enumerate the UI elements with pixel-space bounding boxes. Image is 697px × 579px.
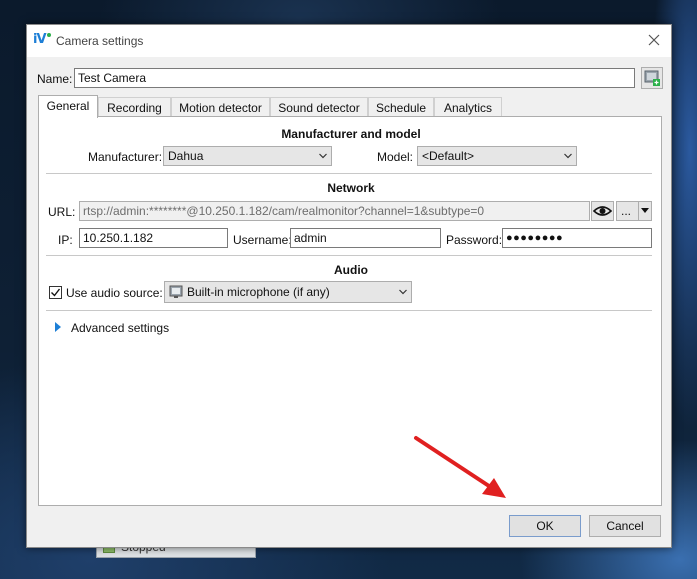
audio-source-select[interactable]: Built-in microphone (if any) — [164, 281, 412, 303]
password-label: Password: — [446, 233, 503, 247]
username-label: Username: — [233, 233, 292, 247]
manufacturer-select[interactable]: Dahua — [163, 146, 332, 166]
chevron-down-icon — [564, 153, 572, 159]
general-tab-panel: Manufacturer and model Manufacturer: Dah… — [38, 116, 662, 506]
tab-schedule[interactable]: Schedule — [368, 97, 434, 117]
close-icon — [648, 34, 660, 46]
audio-source-value: Built-in microphone (if any) — [187, 285, 330, 299]
advanced-settings-expander[interactable]: Advanced settings — [52, 320, 192, 336]
caret-down-icon — [641, 208, 649, 213]
manufacturer-label: Manufacturer: — [88, 150, 163, 164]
tab-analytics[interactable]: Analytics — [434, 97, 502, 117]
tab-recording[interactable]: Recording — [98, 97, 171, 117]
ok-button[interactable]: OK — [509, 515, 581, 537]
advanced-settings-label: Advanced settings — [71, 321, 170, 335]
username-input[interactable]: admin — [290, 228, 441, 248]
section-divider — [46, 310, 652, 311]
network-section-title: Network — [327, 181, 375, 195]
split-divider — [638, 202, 639, 220]
use-audio-label: Use audio source: — [66, 286, 163, 300]
chevron-down-icon — [399, 289, 407, 295]
cancel-button[interactable]: Cancel — [589, 515, 661, 537]
audio-section-title: Audio — [334, 263, 368, 277]
expand-triangle-icon — [55, 322, 61, 332]
model-select[interactable]: <Default> — [417, 146, 577, 166]
camera-add-icon — [644, 70, 660, 86]
tab-general[interactable]: General — [38, 95, 98, 118]
check-icon — [51, 288, 61, 297]
eye-icon — [592, 206, 613, 216]
title-bar[interactable]: iV Camera settings — [27, 25, 671, 57]
url-options-button[interactable]: ... — [616, 201, 652, 221]
password-input[interactable]: ●●●●●●●● — [502, 228, 652, 248]
section-divider — [46, 173, 652, 174]
chevron-down-icon — [319, 153, 327, 159]
manufacturer-section-title: Manufacturer and model — [281, 127, 421, 141]
name-input[interactable]: Test Camera — [74, 68, 635, 88]
more-label: ... — [621, 204, 632, 218]
model-label: Model: — [377, 150, 414, 164]
tab-motion-detector[interactable]: Motion detector — [171, 97, 270, 117]
microphone-device-icon — [169, 285, 183, 298]
close-button[interactable] — [639, 26, 669, 54]
camera-settings-dialog: iV Camera settings Name: Test Camera Gen… — [26, 24, 672, 548]
tab-sound-detector[interactable]: Sound detector — [270, 97, 368, 117]
url-input[interactable]: rtsp://admin:********@10.250.1.182/cam/r… — [79, 201, 590, 221]
name-label: Name: — [37, 72, 73, 86]
ip-input[interactable]: 10.250.1.182 — [79, 228, 228, 248]
url-label: URL: — [48, 205, 76, 219]
manufacturer-value: Dahua — [168, 149, 204, 163]
ip-label: IP: — [58, 233, 73, 247]
use-audio-checkbox[interactable] — [49, 286, 62, 299]
app-logo-icon: iV — [33, 32, 51, 48]
camera-snapshot-button[interactable] — [641, 67, 663, 89]
window-title: Camera settings — [56, 34, 144, 48]
show-password-button[interactable] — [591, 201, 614, 221]
model-value: <Default> — [422, 149, 475, 163]
section-divider — [46, 255, 652, 256]
